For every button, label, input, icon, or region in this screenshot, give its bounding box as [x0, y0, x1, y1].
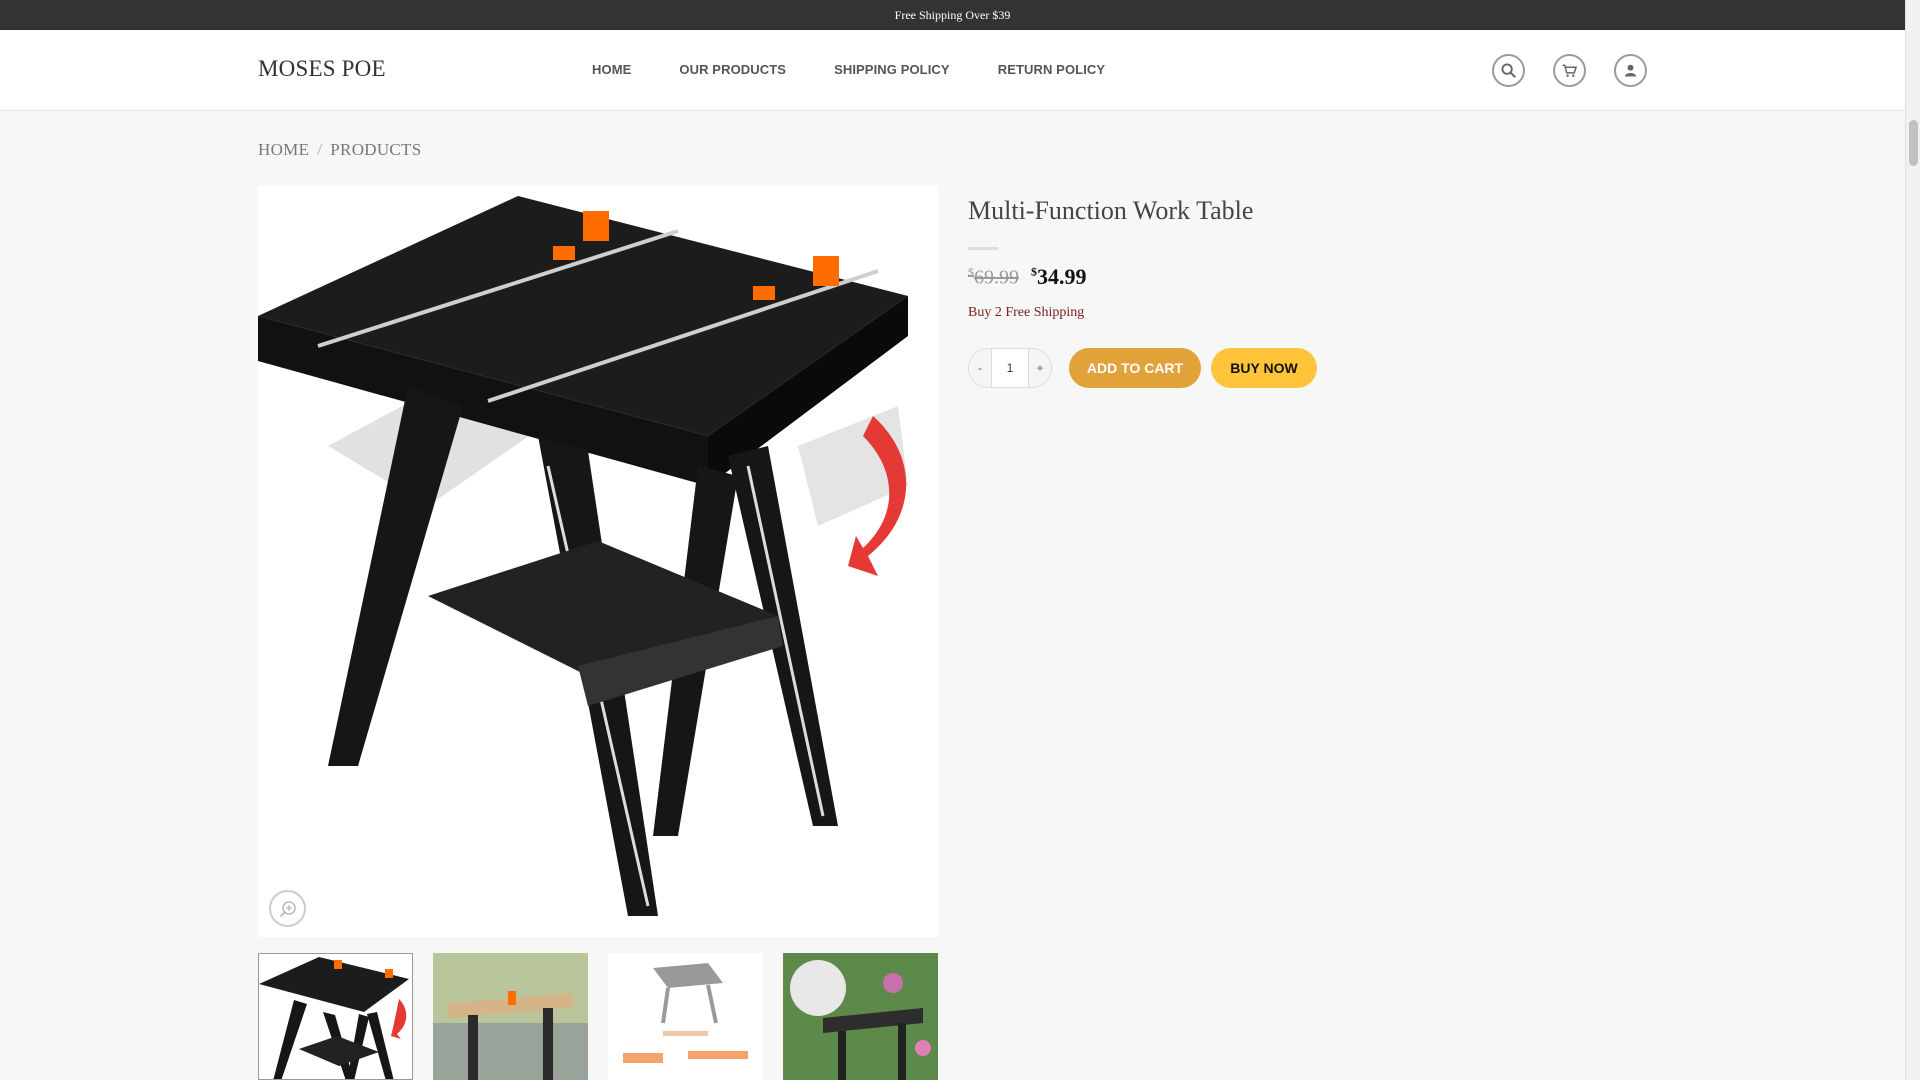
search-icon: [1501, 63, 1516, 78]
shipping-promo: Buy 2 Free Shipping: [968, 305, 1085, 320]
scrollbar-thumb[interactable]: [1909, 120, 1918, 166]
nav-return-policy[interactable]: RETURN POLICY: [998, 62, 1105, 77]
quantity-increase-button[interactable]: +: [1029, 349, 1051, 387]
product-title: Multi-Function Work Table: [968, 196, 1254, 225]
breadcrumb-products[interactable]: PRODUCTS: [330, 140, 421, 159]
top-announcement-bar: Free Shipping Over $39: [0, 0, 1905, 30]
work-table-image: [258, 186, 938, 937]
quantity-decrease-button[interactable]: -: [969, 349, 991, 387]
add-to-cart-button[interactable]: ADD TO CART: [1069, 348, 1201, 388]
thumbnail-accessories: [608, 953, 763, 1080]
search-button[interactable]: [1492, 54, 1525, 87]
cart-button[interactable]: [1553, 54, 1586, 87]
thumbnail-garden-table: [783, 953, 938, 1080]
thumbnail-work-table: [259, 957, 409, 1079]
quantity-input[interactable]: [991, 349, 1029, 387]
sale-price-value: 34.99: [1037, 264, 1087, 289]
page-scrollbar[interactable]: [1905, 0, 1920, 1080]
announcement-text: Free Shipping Over $39: [894, 7, 1011, 22]
product-main-image[interactable]: [258, 186, 938, 937]
product-thumbnails: [258, 953, 938, 1080]
thumbnail-outdoor-table: [433, 953, 588, 1080]
sale-price: $34.99: [1031, 264, 1087, 290]
thumbnail-4[interactable]: [783, 953, 938, 1080]
nav-home[interactable]: HOME: [592, 62, 631, 77]
original-price-value: 69.99: [974, 267, 1019, 289]
zoom-in-icon: [279, 900, 296, 917]
user-icon: [1624, 64, 1637, 77]
zoom-button[interactable]: [269, 890, 306, 927]
quantity-stepper: - +: [968, 348, 1052, 388]
nav-our-products[interactable]: OUR PRODUCTS: [679, 62, 786, 77]
breadcrumb-home[interactable]: HOME: [258, 140, 309, 159]
title-divider: [968, 247, 998, 250]
thumbnail-3[interactable]: [608, 953, 763, 1080]
buy-now-button[interactable]: BUY NOW: [1211, 348, 1317, 388]
site-logo[interactable]: MOSES POE: [258, 56, 386, 82]
site-header: MOSES POE HOME OUR PRODUCTS SHIPPING POL…: [0, 30, 1905, 111]
original-price: $69.99: [968, 265, 1019, 290]
thumbnail-1[interactable]: [258, 953, 413, 1080]
nav-shipping-policy[interactable]: SHIPPING POLICY: [834, 62, 950, 77]
breadcrumb: HOME / PRODUCTS: [258, 140, 422, 160]
thumbnail-2[interactable]: [433, 953, 588, 1080]
account-button[interactable]: [1614, 54, 1647, 87]
price-block: $69.99 $34.99: [968, 264, 1087, 290]
cart-icon: [1562, 64, 1577, 77]
main-nav: HOME OUR PRODUCTS SHIPPING POLICY RETURN…: [592, 62, 1105, 77]
breadcrumb-separator: /: [317, 140, 323, 159]
